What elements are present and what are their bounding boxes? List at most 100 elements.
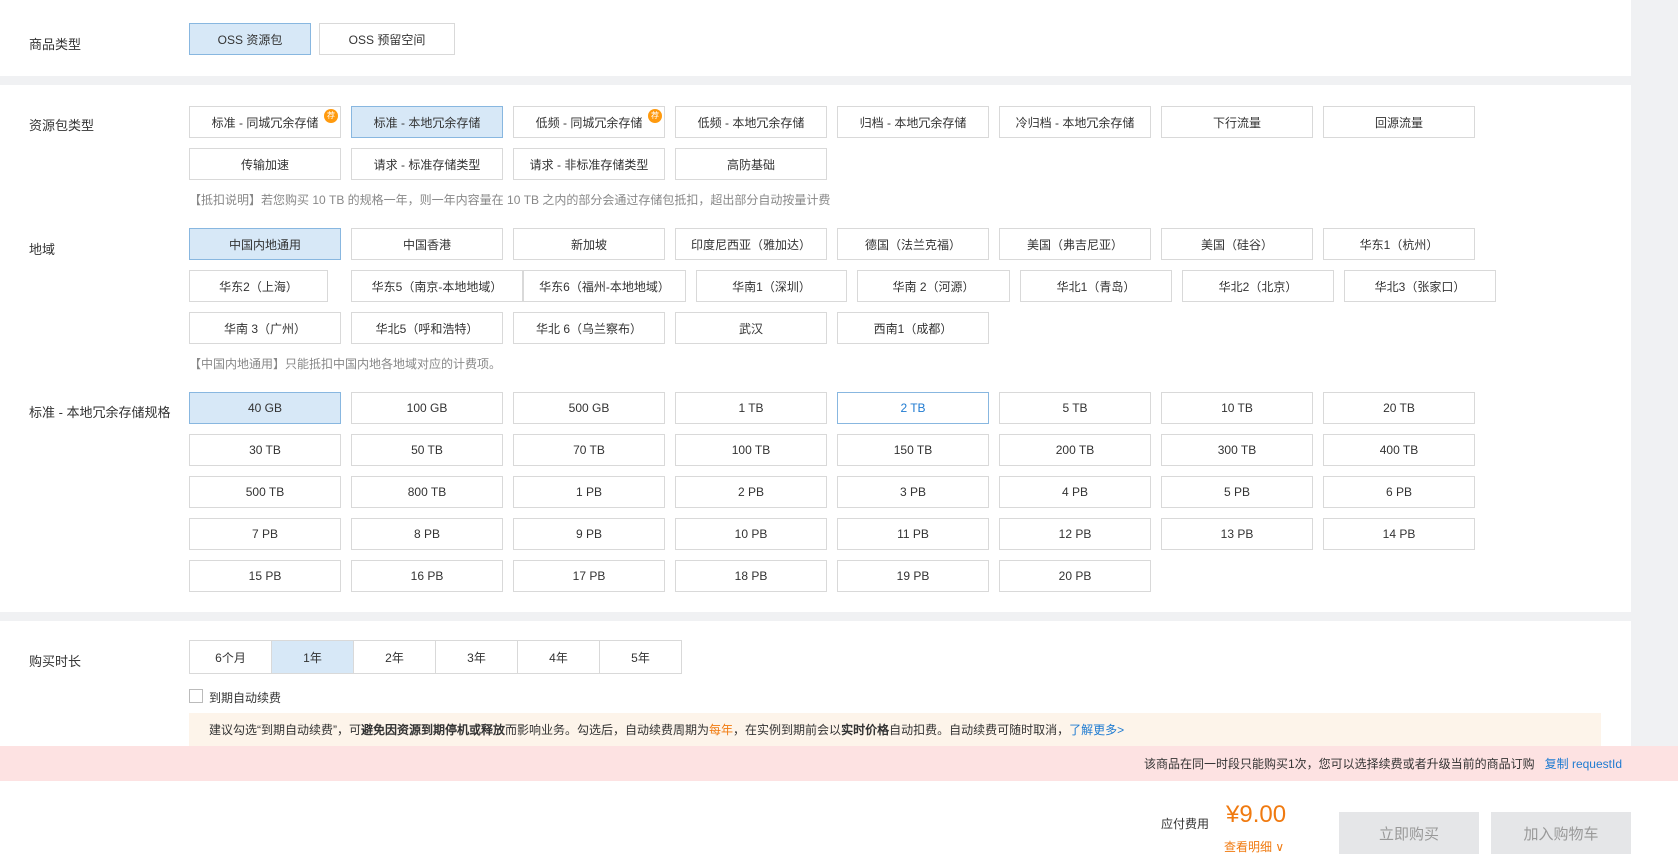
region-option[interactable]: 华南 3（广州）: [189, 312, 341, 344]
spec-option[interactable]: 16 PB: [351, 560, 503, 592]
learn-more-link[interactable]: 了解更多>: [1069, 721, 1124, 738]
spec-option[interactable]: 17 PB: [513, 560, 665, 592]
duration-6-months[interactable]: 6个月: [190, 641, 272, 673]
spec-option[interactable]: 1 PB: [513, 476, 665, 508]
package-type-option[interactable]: 请求 - 非标准存储类型: [513, 148, 665, 180]
package-type-option[interactable]: 冷归档 - 本地冗余存储: [999, 106, 1151, 138]
package-type-option[interactable]: 标准 - 同城冗余存储荐: [189, 106, 341, 138]
copy-request-id-link[interactable]: 复制 requestId: [1545, 755, 1622, 772]
duration-2-years[interactable]: 2年: [354, 641, 436, 673]
spec-option[interactable]: 10 TB: [1161, 392, 1313, 424]
region-option[interactable]: 印度尼西亚（雅加达）: [675, 228, 827, 260]
spec-option[interactable]: 100 GB: [351, 392, 503, 424]
region-option-label: 新加坡: [570, 237, 607, 252]
region-option-label: 华南 2（河源）: [892, 279, 975, 294]
duration-1-year[interactable]: 1年: [272, 641, 354, 673]
region-option[interactable]: 华北2（北京）: [1182, 270, 1334, 302]
spec-option[interactable]: 20 TB: [1323, 392, 1475, 424]
spec-option[interactable]: 500 GB: [513, 392, 665, 424]
spec-option[interactable]: 7 PB: [189, 518, 341, 550]
spec-option[interactable]: 11 PB: [837, 518, 989, 550]
package-type-option[interactable]: 请求 - 标准存储类型: [351, 148, 503, 180]
spec-option[interactable]: 100 TB: [675, 434, 827, 466]
spec-option[interactable]: 5 TB: [999, 392, 1151, 424]
spec-option[interactable]: 2 TB: [837, 392, 989, 424]
region-option[interactable]: 华东5（南京-本地地域）: [351, 270, 523, 302]
add-to-cart-button[interactable]: 加入购物车: [1491, 812, 1631, 854]
spec-option[interactable]: 1 TB: [675, 392, 827, 424]
package-type-option-label: 低频 - 本地冗余存储: [697, 115, 805, 130]
region-option[interactable]: 美国（弗吉尼亚）: [999, 228, 1151, 260]
package-type-option[interactable]: 标准 - 本地冗余存储: [351, 106, 503, 138]
spec-option[interactable]: 50 TB: [351, 434, 503, 466]
spec-option[interactable]: 14 PB: [1323, 518, 1475, 550]
package-type-option[interactable]: 高防基础: [675, 148, 827, 180]
region-option[interactable]: 华东2（上海）: [189, 270, 328, 302]
buy-now-button[interactable]: 立即购买: [1339, 812, 1479, 854]
spec-option[interactable]: 400 TB: [1323, 434, 1475, 466]
region-option[interactable]: 华北5（呼和浩特）: [351, 312, 503, 344]
tip-text-2: 而影响业务。勾选后，自动续费周期为: [505, 723, 710, 737]
spec-option[interactable]: 200 TB: [999, 434, 1151, 466]
package-type-option[interactable]: 低频 - 同城冗余存储荐: [513, 106, 665, 138]
package-type-option[interactable]: 回源流量: [1323, 106, 1475, 138]
region-option[interactable]: 美国（硅谷）: [1161, 228, 1313, 260]
region-option[interactable]: 中国香港: [351, 228, 503, 260]
region-option[interactable]: 华东6（福州-本地地域）: [523, 270, 686, 302]
spec-option[interactable]: 4 PB: [999, 476, 1151, 508]
product-type-oss-reserved[interactable]: OSS 预留空间: [319, 23, 455, 55]
region-option[interactable]: 华南1（深圳）: [696, 270, 847, 302]
spec-option-label: 500 GB: [568, 401, 610, 415]
region-option[interactable]: 华东1（杭州）: [1323, 228, 1475, 260]
spec-option[interactable]: 2 PB: [675, 476, 827, 508]
spec-option-label: 100 GB: [406, 401, 448, 415]
spec-option[interactable]: 18 PB: [675, 560, 827, 592]
region-option[interactable]: 新加坡: [513, 228, 665, 260]
spec-option[interactable]: 15 PB: [189, 560, 341, 592]
region-option[interactable]: 德国（法兰克福）: [837, 228, 989, 260]
auto-renew-checkbox[interactable]: [189, 689, 203, 703]
region-option[interactable]: 武汉: [675, 312, 827, 344]
spec-option[interactable]: 19 PB: [837, 560, 989, 592]
region-option[interactable]: 华北3（张家口）: [1344, 270, 1496, 302]
region-option[interactable]: 中国内地通用: [189, 228, 341, 260]
duration-4-years[interactable]: 4年: [518, 641, 600, 673]
region-option[interactable]: 西南1（成都）: [837, 312, 989, 344]
package-type-option[interactable]: 传输加速: [189, 148, 341, 180]
package-type-option[interactable]: 下行流量: [1161, 106, 1313, 138]
spec-option[interactable]: 800 TB: [351, 476, 503, 508]
spec-option[interactable]: 500 TB: [189, 476, 341, 508]
spec-option-label: 6 PB: [1385, 485, 1412, 499]
region-option[interactable]: 华北1（青岛）: [1020, 270, 1172, 302]
spec-option[interactable]: 5 PB: [1161, 476, 1313, 508]
duration-3-years[interactable]: 3年: [436, 641, 518, 673]
spec-option[interactable]: 8 PB: [351, 518, 503, 550]
region-label: 地域: [29, 242, 56, 257]
package-type-option-label: 请求 - 非标准存储类型: [529, 157, 649, 172]
auto-renew-label[interactable]: 到期自动续费: [209, 689, 281, 706]
spec-option[interactable]: 10 PB: [675, 518, 827, 550]
spec-option[interactable]: 3 PB: [837, 476, 989, 508]
spec-option[interactable]: 6 PB: [1323, 476, 1475, 508]
region-option[interactable]: 华北 6（乌兰察布）: [513, 312, 665, 344]
product-type-oss-package[interactable]: OSS 资源包: [189, 23, 311, 55]
region-option[interactable]: 华南 2（河源）: [857, 270, 1010, 302]
package-type-option[interactable]: 低频 - 本地冗余存储: [675, 106, 827, 138]
spec-option[interactable]: 300 TB: [1161, 434, 1313, 466]
spec-option[interactable]: 12 PB: [999, 518, 1151, 550]
spec-option-label: 9 PB: [575, 527, 602, 541]
spec-option[interactable]: 70 TB: [513, 434, 665, 466]
spec-option[interactable]: 40 GB: [189, 392, 341, 424]
view-detail-link[interactable]: 查看明细 ∨: [1224, 838, 1284, 855]
spec-option[interactable]: 9 PB: [513, 518, 665, 550]
spec-option-label: 14 PB: [1382, 527, 1416, 541]
tip-bold-2: 实时价格: [841, 723, 890, 737]
region-option-label: 华南 3（广州）: [223, 321, 306, 336]
duration-5-years[interactable]: 5年: [600, 641, 681, 673]
spec-option[interactable]: 20 PB: [999, 560, 1151, 592]
package-type-option[interactable]: 归档 - 本地冗余存储: [837, 106, 989, 138]
package-type-option-label: 传输加速: [240, 157, 289, 172]
spec-option[interactable]: 30 TB: [189, 434, 341, 466]
spec-option[interactable]: 13 PB: [1161, 518, 1313, 550]
spec-option[interactable]: 150 TB: [837, 434, 989, 466]
